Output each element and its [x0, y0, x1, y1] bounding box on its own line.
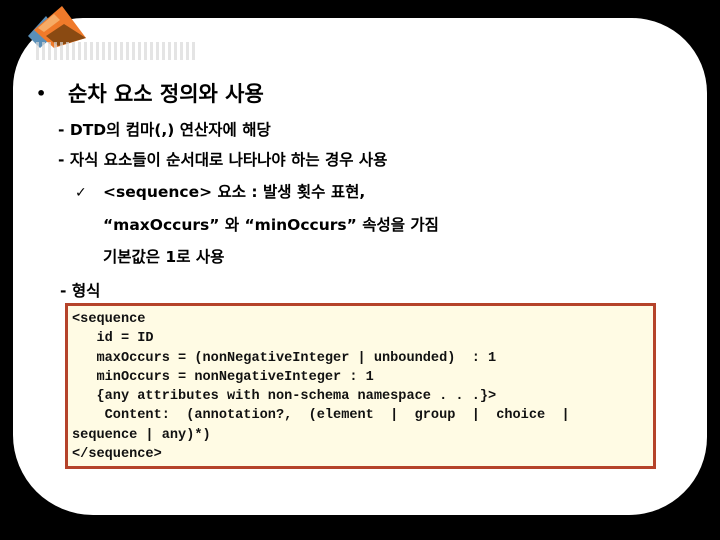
code-line: maxOccurs = (nonNegativeInteger | unboun… — [72, 350, 497, 366]
code-line: <sequence — [72, 312, 146, 327]
list-item-text: <sequence> 요소 : 발생 횟수 표현, — [103, 183, 366, 201]
code-line: sequence | any)*) — [72, 427, 211, 443]
bullet-icon: • — [36, 84, 47, 103]
code-line: </sequence> — [72, 447, 162, 463]
list-item: - 자식 요소들이 순서대로 나타나야 하는 경우 사용 — [58, 151, 388, 169]
list-item: 기본값은 1로 사용 — [103, 248, 225, 266]
code-line: id = ID — [72, 331, 154, 347]
code-line: {any attributes with non-schema namespac… — [72, 389, 497, 405]
list-item: - 형식 — [60, 282, 101, 300]
code-line: minOccurs = nonNegativeInteger : 1 — [72, 369, 374, 385]
slide-heading: • 순차 요소 정의와 사용 — [36, 78, 264, 108]
heading-text: 순차 요소 정의와 사용 — [68, 82, 264, 106]
list-item: ✓ <sequence> 요소 : 발생 횟수 표현, — [75, 180, 365, 202]
checkmark-icon: ✓ — [75, 185, 87, 201]
code-block: <sequence id = ID maxOccurs = (nonNegati… — [65, 303, 656, 469]
logo-caption — [36, 42, 196, 60]
code-line: Content: (annotation?, (element | group … — [72, 408, 570, 424]
list-item: - DTD의 컴마(,) 연산자에 해당 — [58, 121, 271, 139]
list-item: “maxOccurs” 와 “minOccurs” 속성을 가짐 — [103, 216, 439, 234]
